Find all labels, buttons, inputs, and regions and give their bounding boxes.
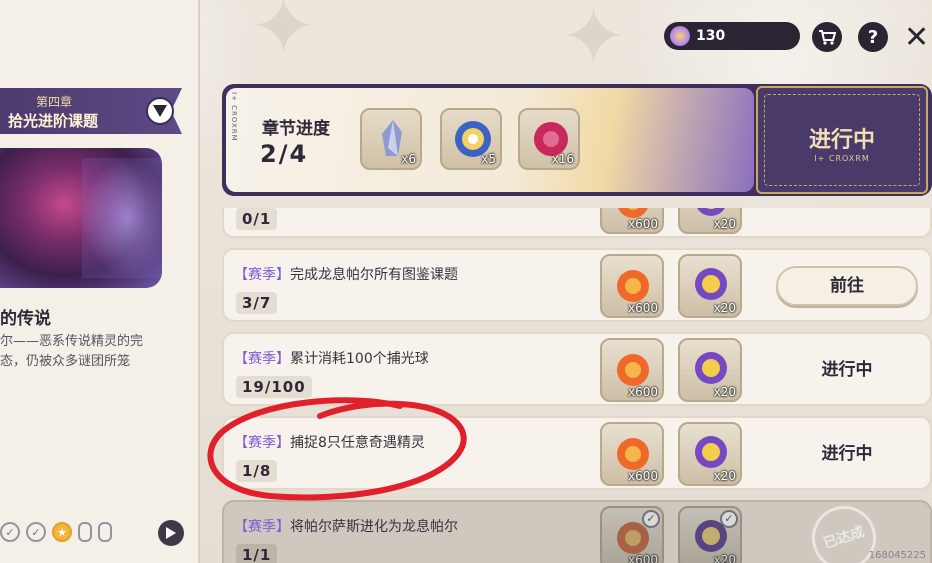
chapter-reward-orb[interactable]: x5 xyxy=(440,108,502,170)
reward-quantity: x600 xyxy=(627,469,658,483)
banner-tag: I+ CROXRM xyxy=(230,92,238,142)
task-text: 将帕尔萨斯进化为龙息帕尔 xyxy=(290,519,458,535)
task-row: 【赛季】捕捉8只任意奇遇精灵 1/8 x600 x20 进行中 xyxy=(222,416,932,490)
chapter-status-ticket: 进行中 I+ CROXRM xyxy=(756,86,928,194)
task-text: 捕捉8只任意奇遇精灵 xyxy=(290,435,425,451)
reward-tile[interactable]: x20 xyxy=(678,338,742,402)
task-row: 【赛季】累计消耗100个捕光球 19/100 x600 x20 进行中 xyxy=(222,332,932,406)
task-progress: 3/7 xyxy=(236,292,278,314)
task-progress: 1/1 xyxy=(236,544,278,563)
reward-quantity: x600 xyxy=(627,553,658,563)
reward-quantity: x20 xyxy=(713,217,736,231)
task-title: 【赛季】将帕尔萨斯进化为龙息帕尔 xyxy=(234,516,458,536)
play-icon xyxy=(166,527,176,539)
coin-icon xyxy=(670,26,690,46)
task-row: 【赛季】完成龙息帕尔所有图鉴课题 3/7 x600 x20 前往 xyxy=(222,248,932,322)
lock-icon xyxy=(78,522,92,542)
chevron-down-icon xyxy=(153,105,167,117)
help-button[interactable]: ? xyxy=(858,22,888,52)
star-badge-icon: ★ xyxy=(52,522,72,542)
chapter-reward-crystal[interactable]: x6 xyxy=(360,108,422,170)
reward-tile[interactable]: x600 xyxy=(600,254,664,318)
reward-tile[interactable]: x20 xyxy=(678,208,742,234)
reward-quantity: x20 xyxy=(713,385,736,399)
fire-orb-icon xyxy=(617,270,649,302)
star-decoration-icon: ✦ xyxy=(560,0,628,83)
star-decoration-icon: ✦ xyxy=(250,0,318,73)
cart-icon xyxy=(819,30,836,45)
shield-check-icon: ✓ xyxy=(0,522,20,542)
chapter-name: 拾光进阶课题 xyxy=(8,112,99,130)
task-title: 【赛季】捕捉8只任意奇遇精灵 xyxy=(234,432,425,452)
task-text: 完成龙息帕尔所有图鉴课题 xyxy=(290,267,458,283)
chapter-reward-ruby[interactable]: x16 xyxy=(518,108,580,170)
chapter-number: 第四章 xyxy=(36,95,73,109)
task-text: 累计消耗100个捕光球 xyxy=(290,351,429,367)
close-icon: ✕ xyxy=(904,20,930,55)
legend-desc-line: 尔——恶系传说精灵的完 xyxy=(0,334,144,349)
task-list[interactable]: 0/1 x600 x20 【赛季】完成龙息帕尔所有图鉴课题 3/7 x600 x… xyxy=(222,208,932,563)
help-icon: ? xyxy=(867,26,879,48)
reward-quantity: x16 xyxy=(551,152,574,166)
chapter-panel: 第四章 拾光进阶课题 的传说 尔——恶系传说精灵的完 态，仍被众多谜团所笼 ✓ … xyxy=(0,0,200,563)
reward-quantity: x600 xyxy=(627,217,658,231)
fire-orb-icon xyxy=(617,438,649,470)
badge-row: ✓ ✓ ★ xyxy=(0,522,112,542)
reward-quantity: x600 xyxy=(627,385,658,399)
chapter-artwork xyxy=(0,148,162,288)
task-tag: 【赛季】 xyxy=(234,519,290,535)
reward-tile[interactable]: x20 xyxy=(678,254,742,318)
gold-coin-icon xyxy=(695,352,727,384)
watermark: 168045225 xyxy=(868,550,926,561)
close-button[interactable]: ✕ xyxy=(904,20,929,55)
progress-value: 2/4 xyxy=(260,140,309,168)
goto-button[interactable]: 前往 xyxy=(776,266,918,306)
gold-coin-icon xyxy=(695,436,727,468)
task-row-completed: 【赛季】将帕尔萨斯进化为龙息帕尔 1/1 ✓ x600 ✓ x20 已达成 xyxy=(222,497,932,563)
chapter-dropdown-button[interactable] xyxy=(146,97,174,125)
legend-title: 的传说 xyxy=(0,309,51,329)
reward-quantity: x600 xyxy=(627,301,658,315)
currency-display: 130 xyxy=(664,22,800,50)
currency-amount: 130 xyxy=(696,28,726,44)
task-title: 【赛季】完成龙息帕尔所有图鉴课题 xyxy=(234,264,458,284)
reward-tile[interactable]: ✓ x600 xyxy=(600,506,664,563)
task-progress: 1/8 xyxy=(236,460,278,482)
task-status: 进行中 xyxy=(821,444,873,464)
task-tag: 【赛季】 xyxy=(234,351,290,367)
play-button[interactable] xyxy=(158,520,184,546)
progress-label: 章节进度 xyxy=(262,119,330,139)
reward-tile[interactable]: x600 xyxy=(600,422,664,486)
reward-quantity: x6 xyxy=(401,152,416,166)
gold-coin-icon xyxy=(695,268,727,300)
reward-quantity: x20 xyxy=(713,553,736,563)
reward-tile[interactable]: x20 xyxy=(678,422,742,486)
task-tag: 【赛季】 xyxy=(234,267,290,283)
task-status: 进行中 xyxy=(821,360,873,380)
ticket-subtext: I+ CROXRM xyxy=(814,154,870,163)
task-tag: 【赛季】 xyxy=(234,435,290,451)
legend-desc-line: 态，仍被众多谜团所笼 xyxy=(0,354,131,369)
reward-tile[interactable]: x600 xyxy=(600,208,664,234)
chapter-status-label: 进行中 xyxy=(808,128,875,153)
reward-tile[interactable]: ✓ x20 xyxy=(678,506,742,563)
check-icon: ✓ xyxy=(26,522,46,542)
reward-quantity: x20 xyxy=(713,301,736,315)
claimed-check-icon: ✓ xyxy=(720,510,738,528)
legend-description: 尔——恶系传说精灵的完 态，仍被众多谜团所笼 xyxy=(0,332,180,372)
fire-orb-icon xyxy=(617,354,649,386)
reward-quantity: x5 xyxy=(481,152,496,166)
task-progress: 19/100 xyxy=(236,376,312,398)
task-title: 【赛季】累计消耗100个捕光球 xyxy=(234,348,429,368)
reward-quantity: x20 xyxy=(713,469,736,483)
task-row: 0/1 x600 x20 xyxy=(222,208,932,238)
shop-button[interactable] xyxy=(812,22,842,52)
reward-tile[interactable]: x600 xyxy=(600,338,664,402)
claimed-check-icon: ✓ xyxy=(642,510,660,528)
task-progress: 0/1 xyxy=(236,208,278,230)
lock-icon xyxy=(98,522,112,542)
